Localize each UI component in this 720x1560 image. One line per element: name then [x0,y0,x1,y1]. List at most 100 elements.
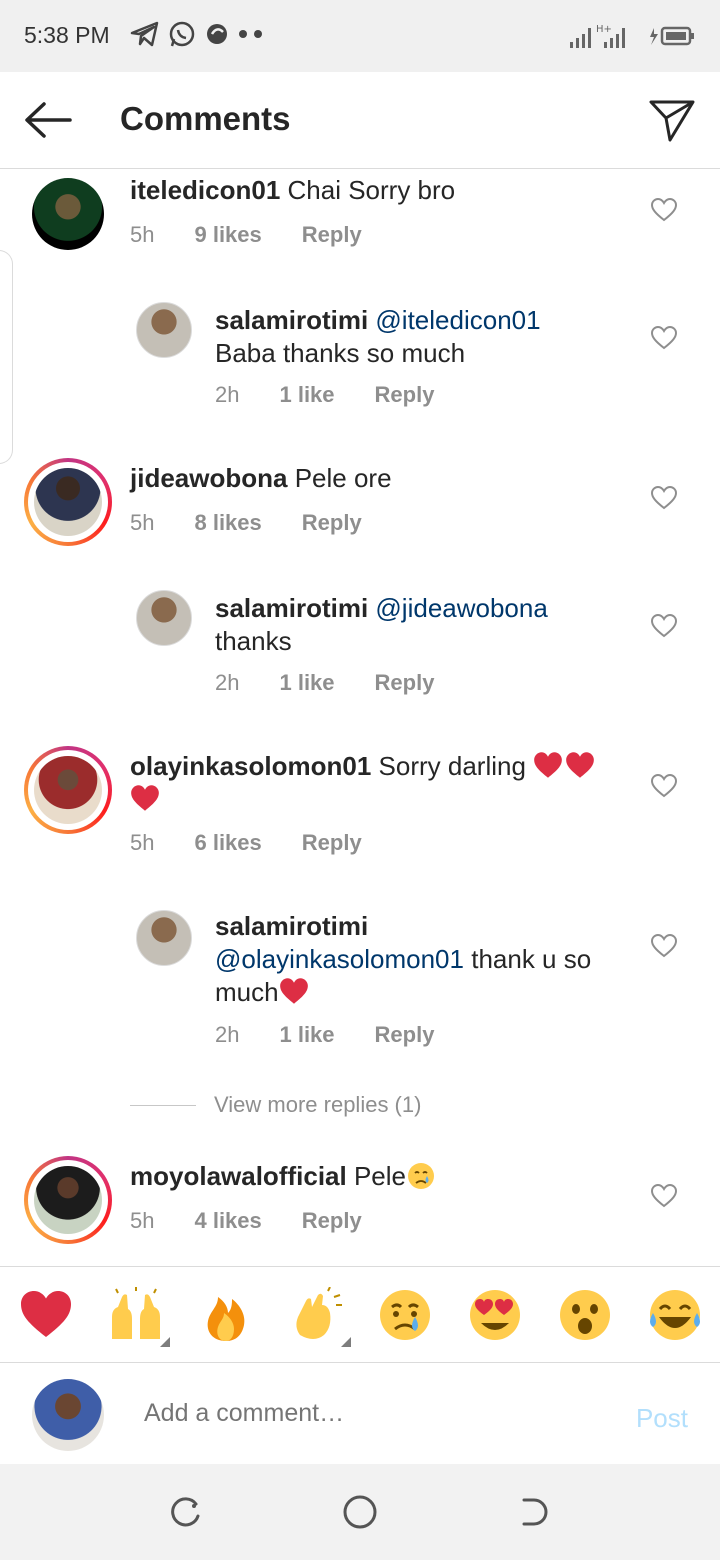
avatar[interactable] [136,302,192,358]
battery-icon [650,26,694,46]
avatar[interactable] [34,468,102,536]
comment-time: 5h [130,222,155,247]
comment-meta: 2h 1 like Reply [215,1022,474,1048]
comment-text: Pele [353,1161,407,1191]
svg-text:H+: H+ [596,24,612,35]
skin-tone-indicator [160,1337,170,1347]
red-heart-emoji [131,785,159,811]
comment-username[interactable]: salamirotimi [215,911,368,941]
reply-item: salamirotimi @olayinkasolomon01 thank u … [0,898,720,1068]
heart-eyes-emoji-button[interactable] [467,1287,523,1343]
avatar[interactable] [136,910,192,966]
home-icon[interactable] [342,1494,378,1530]
red-heart-emoji [534,752,563,778]
post-button[interactable]: Post [636,1403,688,1434]
like-heart-icon[interactable] [651,326,677,350]
comment-text: Baba thanks so much [215,338,466,368]
comment-time: 5h [130,830,155,855]
comment-likes[interactable]: 4 likes [194,1208,261,1234]
comment-username[interactable]: olayinkasolomon01 [130,751,371,781]
comment-likes[interactable]: 1 like [279,670,334,696]
emoji-reaction-bar [0,1266,720,1363]
reply-button[interactable]: Reply [375,670,435,696]
like-heart-icon[interactable] [651,614,677,638]
avatar[interactable] [32,178,104,250]
comment-username[interactable]: jideawobona [130,463,287,493]
comment-username[interactable]: moyolawalofficial [130,1161,347,1191]
system-status-icons: H+ [568,22,696,50]
comment-meta: 2h 1 like Reply [215,670,474,696]
reply-button[interactable]: Reply [302,830,362,856]
avatar[interactable] [34,1166,102,1234]
view-more-replies[interactable]: View more replies (1) [130,1092,421,1118]
reply-button[interactable]: Reply [375,1022,435,1048]
system-navigation-bar [0,1464,720,1560]
view-more-replies-label: View more replies (1) [214,1092,422,1117]
like-heart-icon[interactable] [651,934,677,958]
red-heart-emoji-button[interactable] [18,1287,74,1343]
comment-time: 5h [130,1208,155,1233]
comment-mention[interactable]: @olayinkasolomon01 [215,944,464,974]
comment-username[interactable]: salamirotimi [215,593,368,623]
current-user-avatar [32,1379,104,1451]
direct-send-icon[interactable] [648,96,696,144]
comment-mention[interactable]: @jideawobona [375,593,547,623]
signal-icon: H+ [570,24,625,48]
tears-of-joy-emoji-button[interactable] [647,1287,703,1343]
red-heart-emoji [279,978,308,1004]
comment-likes[interactable]: 8 likes [194,510,261,536]
like-heart-icon[interactable] [651,1184,677,1208]
raising-hands-emoji-button[interactable] [108,1287,164,1343]
comment-composer: Post [0,1362,720,1465]
reply-item: salamirotimi @jideawobona thanks 2h 1 li… [0,578,720,718]
comment-likes[interactable]: 9 likes [194,222,261,248]
app-notification-icon [207,24,227,44]
comment-item: moyolawalofficial Pele 5h 4 likes Reply [0,1148,720,1258]
like-heart-icon[interactable] [651,486,677,510]
more-notifications-icon [239,30,262,38]
back-icon[interactable] [518,1496,550,1528]
fire-emoji-button[interactable] [198,1287,254,1343]
comment-mention[interactable]: @iteledicon01 [375,305,540,335]
comment-username[interactable]: iteledicon01 [130,175,280,205]
like-heart-icon[interactable] [651,198,677,222]
avatar[interactable] [34,756,102,824]
back-arrow-icon[interactable] [22,100,74,140]
comment-text: Sorry darling [378,751,526,781]
reply-button[interactable]: Reply [302,222,362,248]
whatsapp-icon [169,21,195,47]
reply-item: salamirotimi @iteledicon01 Baba thanks s… [0,290,720,430]
comment-meta: 2h 1 like Reply [215,382,474,408]
crying-face-emoji-button[interactable] [377,1287,433,1343]
add-comment-input[interactable] [144,1399,584,1428]
divider-line [130,1104,196,1106]
comment-text: Pele ore [294,463,392,493]
comment-time: 5h [130,510,155,535]
clapping-hands-emoji-button[interactable] [288,1287,344,1343]
reply-button[interactable]: Reply [375,382,435,408]
astonished-face-emoji-button[interactable] [557,1287,613,1343]
reply-button[interactable]: Reply [302,510,362,536]
comment-likes[interactable]: 6 likes [194,830,261,856]
avatar[interactable] [136,590,192,646]
reply-button[interactable]: Reply [302,1208,362,1234]
comments-header: Comments [0,72,720,169]
comment-item: iteledicon01 Chai Sorry bro 5h 9 likes R… [0,168,720,268]
skin-tone-indicator [341,1337,351,1347]
like-heart-icon[interactable] [651,774,677,798]
comment-time: 2h [215,670,240,695]
comment-text: Chai Sorry bro [287,175,456,205]
comment-item: jideawobona Pele ore 5h 8 likes Reply [0,450,720,560]
status-time: 5:38 PM [24,22,110,48]
recent-apps-icon[interactable] [170,1496,202,1528]
comment-meta: 5h 8 likes Reply [130,510,402,536]
page-title: Comments [120,100,291,137]
comment-item: olayinkasolomon01 Sorry darling 5h 6 lik… [0,738,720,878]
comment-likes[interactable]: 1 like [279,382,334,408]
comment-meta: 5h 9 likes Reply [130,222,402,248]
comment-time: 2h [215,382,240,407]
comment-username[interactable]: salamirotimi [215,305,368,335]
telegram-icon [130,21,159,47]
comment-text: thanks [215,626,292,656]
comment-likes[interactable]: 1 like [279,1022,334,1048]
